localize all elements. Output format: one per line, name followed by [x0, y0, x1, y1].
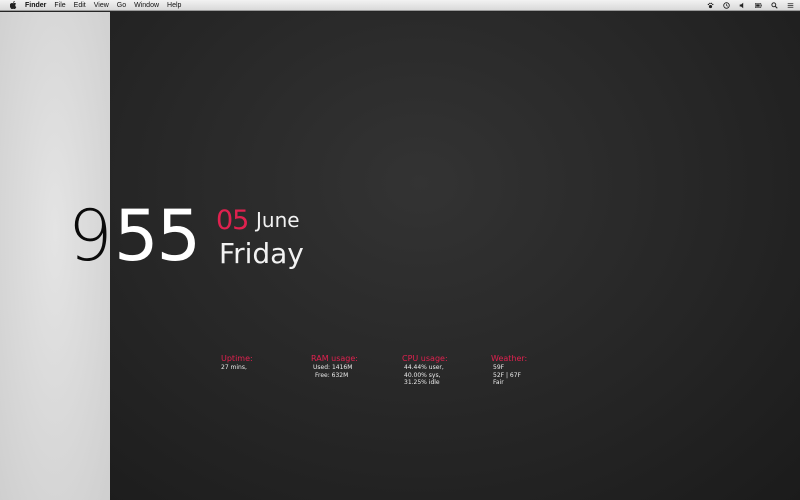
weather-title: Weather:	[491, 354, 528, 363]
menu-help[interactable]: Help	[167, 0, 181, 11]
ram-used: Used: 1416M	[313, 364, 353, 371]
clock-minutes: 55	[114, 195, 201, 277]
menu-bar: Finder File Edit View Go Window Help	[0, 0, 800, 11]
uptime-widget: Uptime: 27 mins,	[221, 354, 253, 372]
menu-finder[interactable]: Finder	[25, 0, 46, 11]
menu-file[interactable]: File	[54, 0, 65, 11]
cpu-sys: 40.00% sys,	[404, 371, 441, 379]
uptime-value: 27 mins,	[221, 364, 247, 371]
date-weekday: Friday	[219, 237, 304, 270]
cpu-user: 44.44% user,	[404, 364, 444, 371]
cpu-title: CPU usage:	[402, 354, 448, 363]
cpu-widget: CPU usage: 44.44% user, 40.00% sys, 31.2…	[402, 354, 448, 387]
menu-edit[interactable]: Edit	[74, 0, 86, 11]
weather-current: 59F	[493, 364, 505, 371]
weather-range: 52F | 67F	[493, 371, 522, 379]
weather-widget: Weather: 59F 52F | 67F Fair	[491, 354, 527, 387]
menu-extras	[698, 0, 794, 11]
clock-hour: 9	[68, 195, 113, 277]
wallpaper-dark-panel	[110, 12, 800, 500]
ram-widget: RAM usage: Used: 1416M Free: 632M	[311, 354, 358, 379]
ram-free: Free: 632M	[315, 371, 349, 379]
list-icon[interactable]	[787, 2, 794, 9]
volume-icon[interactable]	[739, 2, 746, 9]
date-day: 05	[216, 205, 249, 236]
weather-condition: Fair	[493, 379, 504, 386]
date-month: June	[256, 208, 300, 232]
paw-icon[interactable]	[707, 2, 714, 9]
apple-menu-icon[interactable]	[9, 1, 17, 9]
uptime-title: Uptime:	[221, 354, 253, 363]
ram-title: RAM usage:	[311, 354, 358, 363]
cpu-idle: 31.25% idle	[404, 379, 440, 386]
search-icon[interactable]	[771, 1, 778, 9]
menu-window[interactable]: Window	[134, 0, 159, 11]
menu-go[interactable]: Go	[117, 0, 126, 11]
time-machine-icon[interactable]	[723, 1, 730, 9]
menu-view[interactable]: View	[94, 0, 109, 11]
battery-icon[interactable]	[755, 2, 762, 9]
